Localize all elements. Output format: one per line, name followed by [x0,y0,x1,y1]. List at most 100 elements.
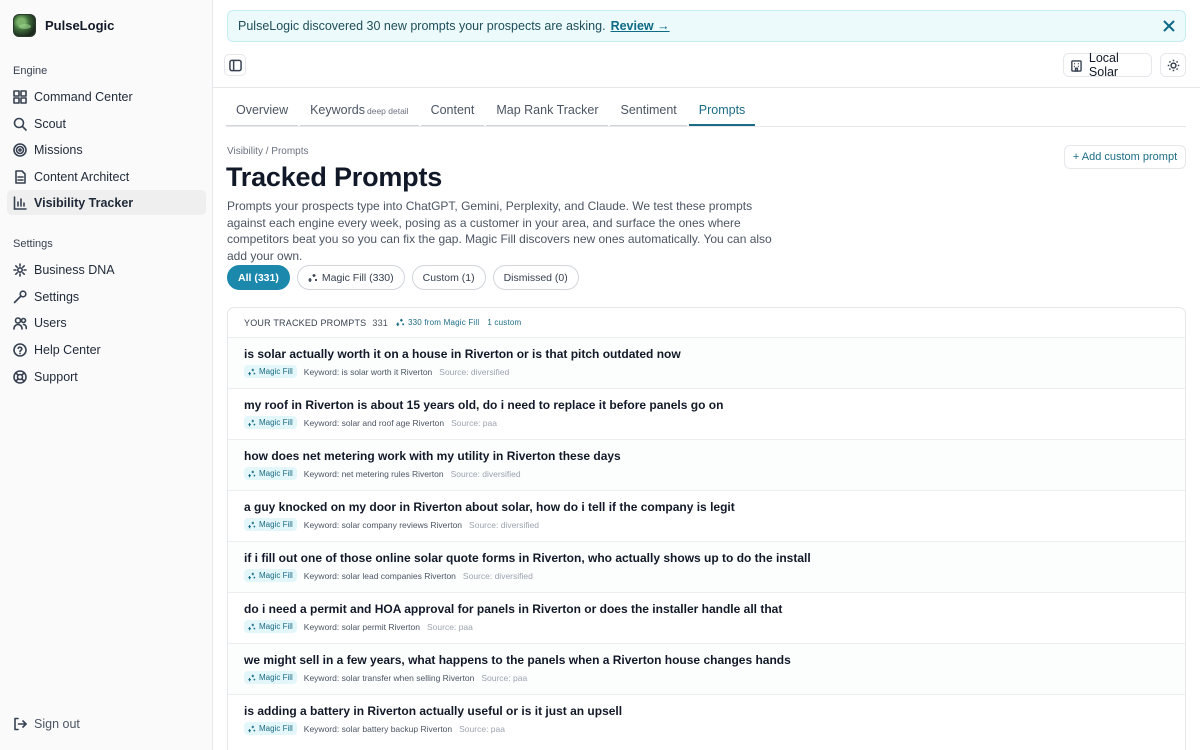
tab-keywords-sub: deep detail [366,106,409,116]
sidebar-item-scout[interactable]: Scout [7,111,206,136]
prompt-source: Source: diversified [469,519,539,530]
magic-fill-badge: Magic Fill [244,620,297,633]
section-label-engine: Engine [13,65,48,77]
target-icon [13,142,27,157]
prompt-title: a guy knocked on my door in Riverton abo… [244,500,735,514]
list-item[interactable]: is adding a battery in Riverton actually… [228,694,1185,745]
sidebar-toggle-button[interactable] [224,54,246,76]
sparkle-icon [248,368,256,375]
prompt-meta: Magic Fill Keyword: solar permit Riverto… [244,620,1185,633]
prompt-title: if i fill out one of those online solar … [244,551,811,565]
prompt-meta: Magic Fill Keyword: solar battery backup… [244,722,1185,735]
building-icon [1071,59,1082,72]
tab-content[interactable]: Content [420,95,485,126]
sidebar-item-missions[interactable]: Missions [7,137,206,162]
prompt-meta: Magic Fill Keyword: net metering rules R… [244,467,1185,480]
prompt-keyword: Keyword: solar lead companies Riverton [303,570,456,581]
sidebar-item-settings[interactable]: Settings [7,284,206,309]
banner-review-link[interactable]: Review → [611,19,670,33]
magic-fill-badge: Magic Fill [244,467,297,480]
list-item[interactable]: we might sell in a few years, what happe… [228,643,1185,694]
prompt-title: how does net metering work with my utili… [244,449,621,463]
prompt-source: Source: diversified [462,570,533,581]
list-item[interactable]: a guy knocked on my door in Riverton abo… [228,490,1185,541]
tabs-divider [226,126,1186,127]
breadcrumb: Visibility / Prompts [227,146,309,157]
location-selector-button[interactable]: Local Solar [1063,51,1152,79]
filter-magic-fill[interactable]: Magic Fill (330) [296,265,405,290]
prompt-meta: Magic Fill Keyword: solar and roof age R… [244,416,1185,429]
filter-dismissed[interactable]: Dismissed (0) [492,265,579,290]
sidebar-item-content-architect[interactable]: Content Architect [7,164,206,189]
magic-fill-badge: Magic Fill [244,722,297,735]
document-icon [13,169,27,184]
sign-out-icon [13,717,27,731]
prompt-title: do i need a permit and HOA approval for … [244,602,783,616]
tab-prompts[interactable]: Prompts [688,95,756,126]
prompt-title: we might sell in a few years, what happe… [244,653,791,667]
add-custom-prompt-button[interactable]: + Add custom prompt [1064,145,1186,169]
prompt-keyword: Keyword: solar battery backup Riverton [303,723,453,734]
sidebar-item-business-dna[interactable]: Business DNA [7,257,206,282]
sidebar-item-command-center[interactable]: Command Center [7,84,206,109]
tab-keywords[interactable]: Keywords deep detail [300,95,419,126]
list-item[interactable]: is solar actually worth it on a house in… [228,337,1185,388]
tab-sentiment[interactable]: Sentiment [610,95,687,126]
prompt-source: Source: paa [451,417,497,428]
prompt-meta: Magic Fill Keyword: solar transfer when … [244,671,1185,684]
grid-icon [13,89,27,104]
tab-overview[interactable]: Overview [226,95,299,126]
sidebar-item-label: Help Center [34,342,101,357]
location-label: Local Solar [1088,51,1119,79]
sparkle-icon [248,623,256,630]
sign-out-button[interactable]: Sign out [7,711,206,736]
page-description: Prompts your prospects type into ChatGPT… [227,199,772,263]
prompt-source: Source: paa [481,672,528,683]
filter-pills: All (331) Magic Fill (330) Custom (1) Di… [227,265,586,290]
theme-toggle-button[interactable] [1160,53,1186,77]
sidebar-item-label: Support [34,369,78,384]
sidebar-item-label: Settings [34,289,80,304]
sparkle-icon [248,674,256,681]
wrench-icon [13,289,27,304]
close-icon[interactable] [1161,18,1177,34]
list-item[interactable]: my roof in Riverton is about 15 years ol… [228,388,1185,439]
sparkle-icon [248,470,256,477]
prompt-keyword: Keyword: net metering rules Riverton [303,468,444,479]
filter-custom[interactable]: Custom (1) [411,265,486,290]
prompt-meta: Magic Fill Keyword: solar lead companies… [244,569,1185,582]
prompt-title: is adding a battery in Riverton actually… [244,704,623,718]
sidebar-item-label: Missions [34,142,83,157]
list-item[interactable]: how does net metering work with my utili… [228,439,1185,490]
prompt-source: Source: diversified [450,468,521,479]
sidebar: PulseLogic Engine Command Center Scout M… [0,0,213,750]
sidebar-item-users[interactable]: Users [7,310,206,335]
sidebar-item-label: Scout [34,116,66,131]
magic-fill-badge: Magic Fill [244,569,297,582]
list-count: 331 [372,317,388,328]
magic-fill-badge: Magic Fill [244,518,297,531]
users-icon [13,316,27,330]
sidebar-item-visibility-tracker[interactable]: Visibility Tracker [7,190,206,215]
sidebar-item-support[interactable]: Support [7,364,206,389]
sign-out-label: Sign out [34,716,80,731]
lifebuoy-icon [13,369,27,384]
sparkle-icon [308,273,317,282]
list-item[interactable]: if i fill out one of those online solar … [228,541,1185,592]
sidebar-item-label: Business DNA [34,262,115,277]
magic-fill-badge: Magic Fill [244,365,297,378]
sparkle-icon [248,725,256,732]
prompt-keyword: Keyword: solar and roof age Riverton [303,417,445,428]
discovery-banner: PulseLogic discovered 30 new prompts you… [227,10,1186,42]
sidebar-item-help-center[interactable]: Help Center [7,337,206,362]
tab-map-rank-tracker[interactable]: Map Rank Tracker [486,95,609,126]
list-heading: YOUR TRACKED PROMPTS [244,317,367,328]
page-title: Tracked Prompts [226,162,443,192]
brand[interactable]: PulseLogic [13,14,114,37]
section-label-settings: Settings [13,238,53,250]
filter-all[interactable]: All (331) [227,265,290,290]
custom-count: 1 custom [487,318,522,327]
sparkle-icon [248,419,256,426]
list-item[interactable]: do i need a permit and HOA approval for … [228,592,1185,643]
prompt-meta: Magic Fill Keyword: solar company review… [244,518,1185,531]
